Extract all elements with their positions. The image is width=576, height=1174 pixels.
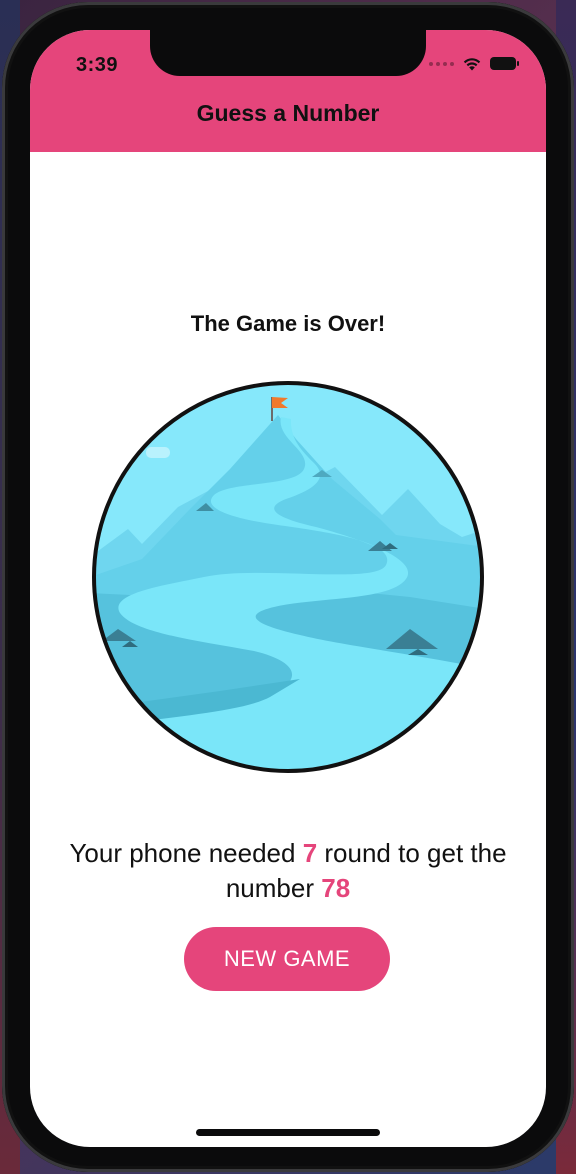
result-text: Your phone needed 7 round to get the num… [60, 836, 516, 906]
guessed-number: 78 [321, 873, 351, 903]
game-over-heading: The Game is Over! [190, 311, 386, 336]
status-time: 3:39 [76, 54, 119, 76]
app-title: Guess a Number [196, 100, 380, 126]
app-screen: 3:39 Guess a Number The Game is Over! Yo… [30, 30, 546, 1147]
home-indicator[interactable] [196, 1129, 380, 1136]
battery-icon [490, 57, 519, 70]
signal-icon [429, 61, 454, 66]
status-icons [429, 56, 519, 71]
mountain-summit-icon [92, 381, 484, 773]
new-game-button[interactable]: NEW GAME [184, 927, 390, 991]
phone-frame: 3:39 Guess a Number The Game is Over! Yo… [2, 2, 574, 1172]
wifi-icon [463, 58, 481, 71]
app-header: 3:39 Guess a Number [30, 30, 546, 152]
device-notch [150, 30, 426, 76]
result-prefix: Your phone needed [69, 838, 303, 868]
rounds-count: 7 [302, 838, 318, 868]
